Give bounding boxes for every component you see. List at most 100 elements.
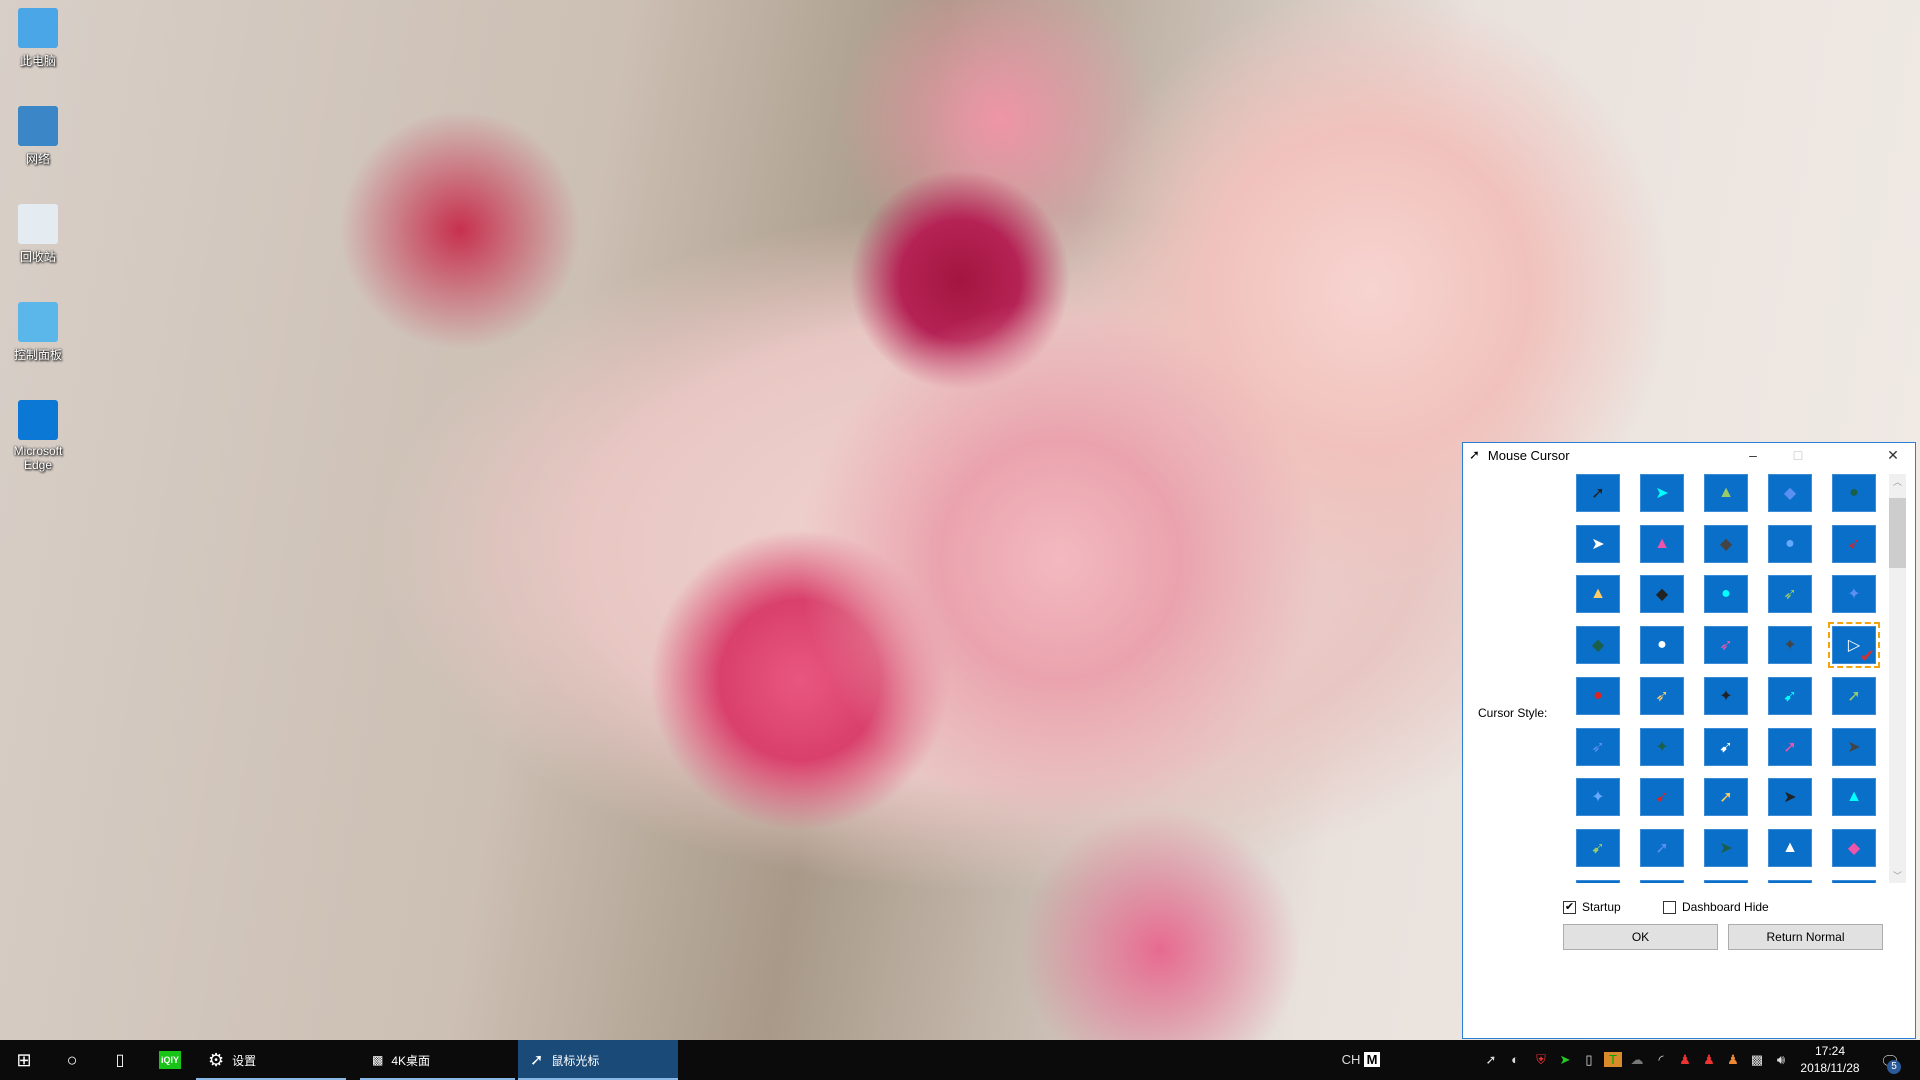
cursor-option-small-arrow[interactable]: ▲ <box>1640 525 1684 563</box>
app-tray-icon[interactable]: T <box>1604 1052 1622 1067</box>
cursor-option-black-cat[interactable]: ✦ <box>1832 575 1876 613</box>
cursor-option-flowers[interactable]: ➤ <box>1768 778 1812 816</box>
taskbar-app-settings[interactable]: ⚙设置 <box>196 1040 346 1080</box>
figure-cursor-icon: ➶ <box>1847 534 1860 554</box>
dashboard-hide-checkbox[interactable]: Dashboard Hide <box>1663 900 1769 914</box>
clock[interactable]: 17:24 2018/11/28 <box>1795 1043 1865 1077</box>
cursor-option-green-drop[interactable]: ▲ <box>1704 474 1748 512</box>
black-cat-cursor-icon: ✦ <box>1847 584 1860 604</box>
onedrive-icon[interactable]: ☁ <box>1628 1052 1646 1068</box>
cursor-option-black-arrow-2[interactable]: ➹ <box>1640 778 1684 816</box>
flowers-cursor-icon: ➤ <box>1783 787 1796 807</box>
cursor-option-swirl[interactable]: ● <box>1704 575 1748 613</box>
start-button[interactable]: ⊞ <box>4 1040 44 1080</box>
cursor-option-cyan-arrow[interactable]: ✦ <box>1768 626 1812 664</box>
checker-tray-icon[interactable]: ▩ <box>1748 1052 1766 1068</box>
app-label: 设置 <box>232 1052 256 1069</box>
return-normal-button[interactable]: Return Normal <box>1728 924 1883 950</box>
heart-arrow-cursor-icon: ● <box>1785 535 1795 553</box>
cursor-option-more[interactable] <box>1768 880 1812 883</box>
scroll-thumb[interactable] <box>1889 498 1906 568</box>
desktop-icon-label: Microsoft Edge <box>4 444 72 472</box>
cursor-option-white-outline-arrow[interactable]: ▷✔ <box>1832 626 1876 664</box>
ok-button[interactable]: OK <box>1563 924 1718 950</box>
cursor-option-figure[interactable]: ➶ <box>1832 525 1876 563</box>
cursor-option-purple-arrow[interactable]: ◆ <box>1640 575 1684 613</box>
pencil-arrow-cursor-icon: ▲ <box>1782 839 1798 857</box>
cursor-option-heart-arrow[interactable]: ● <box>1768 525 1812 563</box>
cursor-option-panda[interactable]: ➹ <box>1768 677 1812 715</box>
speaker-app-tray-icon[interactable]: ◐ <box>1506 1052 1524 1067</box>
cursor-option-gold-cone[interactable]: ➚ <box>1768 728 1812 766</box>
taskbar-app-mouse-cursor[interactable]: ➚鼠标光标 <box>518 1040 678 1080</box>
volume-icon[interactable]: 🔊︎ <box>1772 1052 1790 1068</box>
cursor-option-green-frog[interactable]: ➤ <box>1704 829 1748 867</box>
lipstick-cursor-icon: ➚ <box>1591 483 1604 503</box>
app-label: 鼠标光标 <box>551 1052 599 1069</box>
ime-indicator[interactable]: M <box>1364 1052 1380 1067</box>
cursor-option-white-arrow[interactable]: ✦ <box>1640 728 1684 766</box>
cursor-option-brown-face[interactable]: ➹ <box>1576 829 1620 867</box>
cursor-option-pen[interactable]: ✦ <box>1704 677 1748 715</box>
swirl-cursor-icon: ● <box>1721 585 1731 603</box>
scrollbar[interactable]: ︿ ﹀ <box>1889 474 1906 883</box>
cursor-option-outline-arrow[interactable]: ➶ <box>1576 728 1620 766</box>
scroll-up-icon[interactable]: ︿ <box>1889 475 1906 488</box>
cursor-option-more[interactable] <box>1640 880 1684 883</box>
cursor-option-gold-arrow[interactable]: ➤ <box>1576 525 1620 563</box>
worm-cursor-icon: ➶ <box>1719 635 1732 655</box>
panda-cursor-icon: ➹ <box>1783 686 1796 706</box>
wifi-icon[interactable]: ◜ <box>1652 1052 1670 1068</box>
cursor-option-more[interactable] <box>1576 880 1620 883</box>
cursor-option-white-arrow-4[interactable]: ▲ <box>1832 778 1876 816</box>
desktop-icon-label: 网络 <box>4 150 72 167</box>
cursor-option-white-triangle[interactable]: ➚ <box>1832 677 1876 715</box>
app-label: 4K桌面 <box>391 1052 430 1069</box>
cursor-option-gray-arrow[interactable]: ● <box>1640 626 1684 664</box>
iqiyi-button[interactable]: iQIY <box>150 1040 190 1080</box>
cursor-option-more[interactable] <box>1832 880 1876 883</box>
startup-checkbox[interactable]: ✔Startup <box>1563 900 1621 914</box>
desktop-icon[interactable]: 网络 <box>4 106 72 167</box>
checkbox-checked-icon: ✔ <box>1563 901 1576 914</box>
cursor-option-anime-face[interactable]: ➚ <box>1640 829 1684 867</box>
security-shield-icon[interactable]: ⛨ <box>1532 1052 1550 1068</box>
qq-icon-3[interactable]: ♟ <box>1724 1052 1742 1068</box>
mouse-cursor-window: ➚ Mouse Cursor – □ ✕ Cursor Style: ➚➤▲◆●… <box>1462 442 1916 1039</box>
cursor-option-pencil-arrow[interactable]: ▲ <box>1768 829 1812 867</box>
blade-cursor-icon: ● <box>1593 687 1603 705</box>
cursor-option-crystal-arrow[interactable]: ➤ <box>1640 474 1684 512</box>
qq-icon[interactable]: ♟ <box>1676 1052 1694 1068</box>
cursor-option-blue-glow[interactable]: ➶ <box>1640 677 1684 715</box>
desktop-icon[interactable]: 此电脑 <box>4 8 72 69</box>
cursor-option-lipstick[interactable]: ➚ <box>1576 474 1620 512</box>
cursor-option-ring[interactable]: ◆ <box>1576 626 1620 664</box>
cursor-option-blade[interactable]: ● <box>1576 677 1620 715</box>
task-view-button[interactable]: ▯ <box>100 1040 140 1080</box>
language-indicator[interactable]: CH <box>1340 1052 1362 1067</box>
cursor-option-more[interactable] <box>1704 880 1748 883</box>
search-button[interactable]: ○ <box>52 1040 92 1080</box>
date: 2018/11/28 <box>1795 1060 1865 1077</box>
cursor-option-classic-arrow[interactable]: ◆ <box>1832 829 1876 867</box>
taskbar-app-4k-desktop[interactable]: ▩4K桌面 <box>360 1040 515 1080</box>
desktop-icon[interactable]: 控制面板 <box>4 302 72 363</box>
cursor-option-white-arrow-2[interactable]: ➹ <box>1704 728 1748 766</box>
cursor-option-blue-drop[interactable]: ◆ <box>1768 474 1812 512</box>
usb-icon[interactable]: ▯ <box>1580 1052 1598 1068</box>
cursor-option-black-arrow[interactable]: ◆ <box>1704 525 1748 563</box>
cursor-option-dark-teal-drop[interactable]: ● <box>1832 474 1876 512</box>
cursor-option-red-character[interactable]: ➶ <box>1768 575 1812 613</box>
scroll-down-icon[interactable]: ﹀ <box>1889 869 1906 882</box>
cursor-option-white-arrow-3[interactable]: ➚ <box>1704 778 1748 816</box>
black-arrow-cursor-icon: ◆ <box>1720 534 1732 554</box>
cursor-option-witch-hat[interactable]: ▲ <box>1576 575 1620 613</box>
cursor-option-eye[interactable]: ➤ <box>1832 728 1876 766</box>
green-arrow-tray-icon[interactable]: ➤ <box>1556 1052 1574 1068</box>
cursor-option-worm[interactable]: ➶ <box>1704 626 1748 664</box>
desktop-icon[interactable]: 回收站 <box>4 204 72 265</box>
cursor-tray-icon[interactable]: ➚ <box>1482 1052 1500 1068</box>
qq-icon-2[interactable]: ♟ <box>1700 1052 1718 1068</box>
desktop-icon[interactable]: Microsoft Edge <box>4 400 72 472</box>
cursor-option-pink-flag[interactable]: ✦ <box>1576 778 1620 816</box>
